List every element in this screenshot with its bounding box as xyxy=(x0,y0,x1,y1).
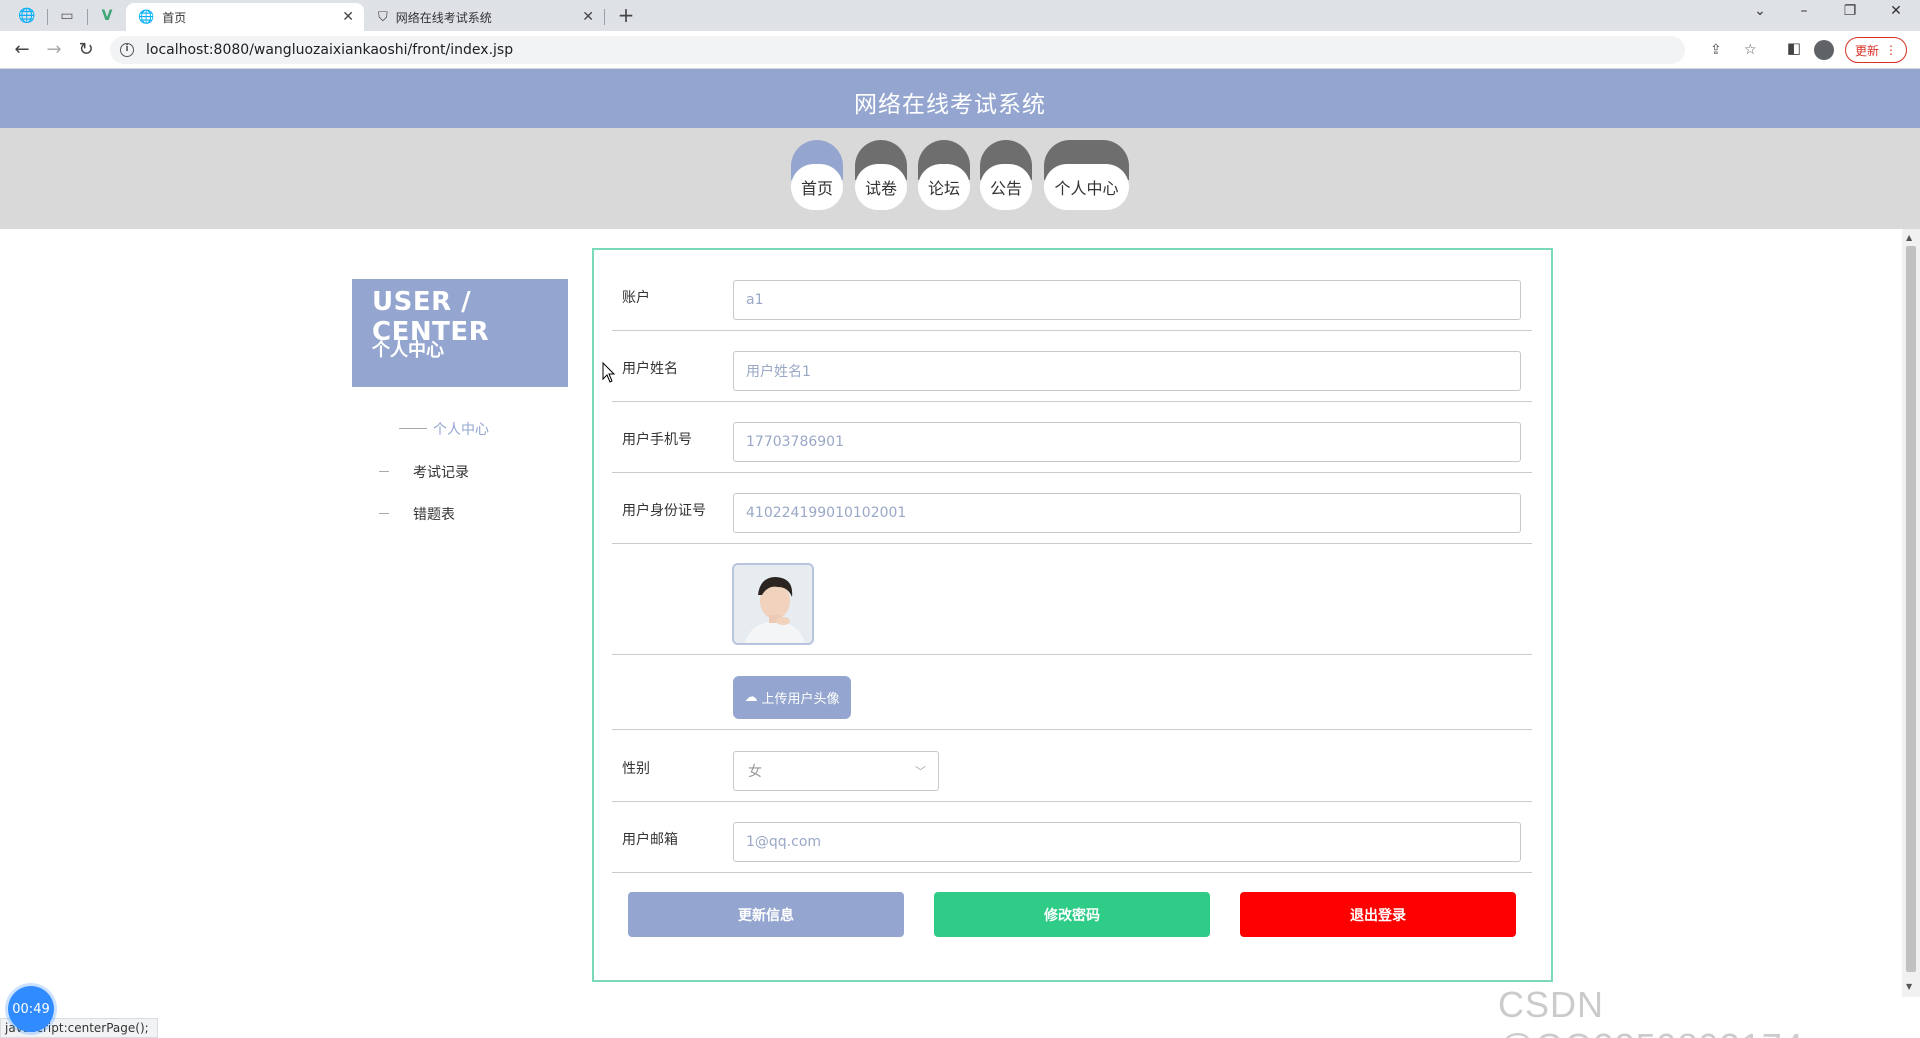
row-divider xyxy=(612,330,1532,331)
share-icon[interactable]: ⇪ xyxy=(1710,36,1722,64)
chevron-down-icon: ﹀ xyxy=(915,765,926,778)
avatar-portrait-icon xyxy=(734,565,812,643)
kebab-menu-icon: ⋮ xyxy=(1885,43,1897,57)
nav-label: 公告 xyxy=(980,164,1032,210)
phone-input[interactable]: 17703786901 xyxy=(733,422,1521,462)
sidebar-item-user-center[interactable]: 个人中心 xyxy=(433,419,489,439)
browser-update-button[interactable]: 更新 ⋮ xyxy=(1845,37,1907,63)
back-arrow-icon[interactable]: ← xyxy=(10,39,34,61)
globe-icon: 🌐 xyxy=(138,9,155,25)
row-divider xyxy=(612,654,1532,655)
window-close-icon[interactable]: ✕ xyxy=(1884,3,1908,19)
menu-dash xyxy=(379,471,389,472)
nav-item-forum[interactable]: 论坛 xyxy=(918,140,970,210)
tab-separator xyxy=(47,9,48,25)
row-divider xyxy=(612,472,1532,473)
reload-icon[interactable]: ↻ xyxy=(74,39,98,61)
tab-separator xyxy=(87,9,88,25)
scrollbar-thumb[interactable] xyxy=(1906,246,1916,972)
upload-label: 上传用户头像 xyxy=(761,692,840,707)
nav-label: 个人中心 xyxy=(1044,164,1129,210)
account-label: 账户 xyxy=(622,290,650,306)
tab-label: 首页 xyxy=(162,10,187,25)
url-text[interactable]: localhost:8080/wangluozaixiankaoshi/fron… xyxy=(146,42,513,58)
tab-exam-system[interactable]: ⛉ 网络在线考试系统 ✕ xyxy=(366,3,604,31)
email-input[interactable]: 1@qq.com xyxy=(733,822,1521,862)
url-omnibox[interactable]: i localhost:8080/wangluozaixiankaoshi/fr… xyxy=(110,36,1757,64)
name-label: 用户姓名 xyxy=(622,361,678,377)
nav-item-notices[interactable]: 公告 xyxy=(980,140,1032,210)
browser-tab-bar: 🌐 ▭ V 🌐 首页 ✕ ⛉ 网络在线考试系统 ✕ + ⌄ – ❐ ✕ xyxy=(0,0,1920,31)
minimize-icon[interactable]: – xyxy=(1792,3,1816,19)
pinned-tab-blank-icon[interactable]: ▭ xyxy=(52,4,82,28)
recording-timer[interactable]: 00:49 xyxy=(8,986,54,1032)
browser-globe-icon[interactable]: 🌐 xyxy=(12,4,42,28)
csdn-watermark: CSDN @QQ3359892174 xyxy=(1498,984,1803,1038)
user-avatar-image xyxy=(732,563,814,645)
sidebar-item-exam-records[interactable]: 考试记录 xyxy=(413,462,469,482)
gender-select[interactable]: 女 ﹀ xyxy=(733,751,939,791)
main-nav: 首页 试卷 论坛 公告 个人中心 xyxy=(0,128,1920,229)
cloud-upload-icon: ☁ xyxy=(744,690,758,705)
site-info-icon[interactable]: i xyxy=(120,43,134,57)
browser-address-bar: ← → ↻ i localhost:8080/wangluozaixiankao… xyxy=(0,31,1920,69)
heading-chinese: 个人中心 xyxy=(372,340,444,361)
row-divider xyxy=(612,401,1532,402)
bookmark-star-icon[interactable]: ☆ xyxy=(1744,36,1757,64)
profile-avatar-icon[interactable] xyxy=(1814,40,1834,60)
nav-item-home[interactable]: 首页 xyxy=(791,140,843,210)
phone-label: 用户手机号 xyxy=(622,432,692,448)
scroll-up-arrow-icon[interactable]: ▲ xyxy=(1906,233,1912,242)
gender-value: 女 xyxy=(748,764,762,780)
mouse-cursor-icon xyxy=(602,362,616,383)
row-divider xyxy=(612,729,1532,730)
shield-icon: ⛉ xyxy=(378,9,388,25)
nav-label: 试卷 xyxy=(855,164,907,210)
sidebar-item-wrong-questions[interactable]: 错题表 xyxy=(413,504,455,524)
forward-arrow-icon[interactable]: → xyxy=(42,39,66,61)
email-label: 用户邮箱 xyxy=(622,832,678,848)
nav-label: 论坛 xyxy=(918,164,970,210)
close-icon[interactable]: ✕ xyxy=(582,9,594,25)
row-divider xyxy=(612,801,1532,802)
account-input[interactable]: a1 xyxy=(733,280,1521,320)
tab-home[interactable]: 🌐 首页 ✕ xyxy=(126,3,364,31)
row-divider xyxy=(612,872,1532,873)
menu-dash xyxy=(379,513,389,514)
site-title: 网络在线考试系统 xyxy=(854,92,1046,118)
vue-logo-icon[interactable]: V xyxy=(92,4,122,28)
site-header: 网络在线考试系统 xyxy=(0,69,1920,128)
upload-avatar-button[interactable]: ☁ 上传用户头像 xyxy=(733,676,851,719)
side-panel-icon[interactable]: ◧ xyxy=(1783,39,1805,57)
change-password-button[interactable]: 修改密码 xyxy=(934,892,1210,937)
row-divider xyxy=(612,543,1532,544)
menu-active-dash xyxy=(399,428,427,429)
logout-button[interactable]: 退出登录 xyxy=(1240,892,1516,937)
nav-label: 首页 xyxy=(791,164,843,210)
id-card-label: 用户身份证号 xyxy=(622,503,706,519)
name-input[interactable]: 用户姓名1 xyxy=(733,351,1521,391)
update-info-button[interactable]: 更新信息 xyxy=(628,892,904,937)
nav-item-user-center[interactable]: 个人中心 xyxy=(1044,140,1129,210)
update-label: 更新 xyxy=(1854,43,1879,58)
id-card-input[interactable]: 410224199010102001 xyxy=(733,493,1521,533)
nav-item-papers[interactable]: 试卷 xyxy=(855,140,907,210)
tab-search-icon[interactable]: ⌄ xyxy=(1748,3,1772,19)
tab-label: 网络在线考试系统 xyxy=(395,10,492,25)
restore-icon[interactable]: ❐ xyxy=(1838,3,1862,19)
gender-label: 性别 xyxy=(622,761,650,777)
tab-separator xyxy=(604,9,605,25)
user-center-heading-box: USER / CENTER 个人中心 xyxy=(352,279,568,387)
close-icon[interactable]: ✕ xyxy=(342,9,354,25)
new-tab-button[interactable]: + xyxy=(614,3,638,27)
